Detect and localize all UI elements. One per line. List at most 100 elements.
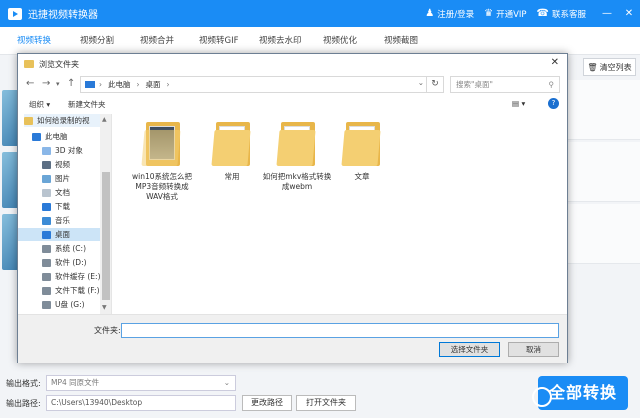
search-icon: ⚲	[548, 80, 555, 89]
change-path-button[interactable]: 更改路径	[242, 395, 292, 411]
download-icon	[42, 202, 51, 211]
nav-item-pictures[interactable]: 图片	[42, 172, 70, 185]
output-path-field[interactable]: C:\Users\13940\Desktop	[46, 395, 236, 411]
nav-item-videos[interactable]: 视频	[42, 158, 70, 171]
drive-icon	[42, 286, 51, 295]
vip-link[interactable]: ♛ 开通VIP	[484, 8, 526, 20]
folder-item[interactable]: 如何把mkv格式转换成webm	[262, 122, 332, 192]
nav-item-quick-access-file[interactable]: 如何给录制的视	[24, 114, 100, 127]
nav-item-downloads[interactable]: 下载	[42, 200, 70, 213]
cancel-button[interactable]: 取消	[508, 342, 559, 357]
app-title: 迅捷视频转换器	[28, 10, 98, 21]
minimize-button[interactable]: —	[596, 8, 618, 19]
forward-arrow-icon[interactable]: →	[42, 78, 50, 89]
folder-icon	[276, 122, 316, 166]
scroll-down-icon[interactable]: ▼	[102, 304, 107, 311]
tab-video-convert[interactable]: 视频转换	[17, 27, 52, 55]
desktop-icon	[42, 230, 51, 239]
tab-video-merge[interactable]: 视频合并	[140, 27, 174, 55]
list-item[interactable]	[568, 204, 640, 264]
login-link[interactable]: ♟ 注册/登录	[425, 8, 474, 20]
folder-name-label: 文件夹:	[94, 326, 121, 335]
title-bar: 迅捷视频转换器 ♟ 注册/登录 ♛ 开通VIP ☎ 联系客服 — ✕	[0, 0, 640, 27]
nav-item-documents[interactable]: 文档	[42, 186, 70, 199]
nav-item-3d-objects[interactable]: 3D 对象	[42, 144, 83, 157]
tab-video-split[interactable]: 视频分割	[80, 27, 114, 55]
refresh-icon: ↻	[431, 79, 439, 89]
dialog-title-bar: 浏览文件夹 ✕	[18, 54, 567, 74]
dialog-close-button[interactable]: ✕	[551, 57, 559, 68]
breadcrumb-this-pc[interactable]: 此电脑	[108, 79, 131, 90]
folder-contents: win10系统怎么把MP3音频转换成WAV格式 常用 如何把mkv格式转换成we…	[112, 114, 567, 314]
computer-icon	[32, 132, 41, 141]
app-logo-icon	[8, 7, 22, 20]
chevron-right-icon: ›	[99, 80, 102, 89]
new-folder-button[interactable]: 新建文件夹	[68, 99, 106, 110]
chevron-right-icon: ›	[166, 80, 170, 89]
browse-folder-dialog: 浏览文件夹 ✕ ← → ▾ ↑ › 此电脑 › 桌面 › ⌄ ↻ 搜索"桌面" ⚲…	[17, 53, 568, 363]
nav-item-drive-d[interactable]: 软件 (D:)	[42, 256, 87, 269]
refresh-button[interactable]: ↻	[427, 76, 444, 93]
window-close-button[interactable]: ✕	[618, 8, 640, 19]
clear-list-button[interactable]: 🗑 清空列表	[583, 58, 636, 76]
recent-chevron-icon[interactable]: ▾	[56, 80, 60, 88]
tab-video-screenshot[interactable]: 视频截图	[384, 27, 418, 55]
address-breadcrumb[interactable]: › 此电脑 › 桌面 › ⌄	[80, 76, 427, 93]
folder-item[interactable]: 文章	[327, 122, 397, 182]
nav-item-drive-c[interactable]: 系统 (C:)	[42, 242, 86, 255]
navigation-pane: 如何给录制的视 此电脑 3D 对象 视频 图片 文档 下载 音乐 桌面 系统 (…	[18, 114, 112, 314]
format-label: 输出格式:	[6, 379, 41, 388]
nav-item-this-pc[interactable]: 此电脑	[32, 130, 68, 143]
folder-item[interactable]: 常用	[197, 122, 267, 182]
search-input[interactable]: 搜索"桌面" ⚲	[450, 76, 560, 93]
folder-icon	[24, 60, 34, 68]
nav-item-drive-e[interactable]: 软件缓存 (E:)	[42, 270, 101, 283]
chevron-down-icon[interactable]: ⌄	[418, 78, 424, 87]
dialog-title: 浏览文件夹	[39, 59, 79, 69]
command-bar: 组织 ▾ 新建文件夹 ▤ ▾ ?	[18, 96, 567, 114]
select-folder-button[interactable]: 选择文件夹	[439, 342, 500, 357]
tab-video-gif[interactable]: 视频转GIF	[199, 27, 238, 55]
headset-icon: ☎	[536, 8, 549, 19]
dialog-button-row: 选择文件夹 取消	[18, 338, 567, 363]
trash-icon: 🗑	[587, 62, 598, 72]
service-link[interactable]: ☎ 联系客服	[537, 8, 586, 20]
document-icon	[42, 188, 51, 197]
user-icon: ♟	[425, 8, 435, 19]
folder-name-input[interactable]	[121, 323, 559, 338]
nav-item-desktop[interactable]: 桌面	[18, 228, 100, 241]
view-options-icon[interactable]: ▤ ▾	[512, 99, 525, 108]
folder-icon	[141, 122, 181, 166]
scroll-up-icon[interactable]: ▲	[102, 116, 107, 123]
chevron-right-icon: ›	[136, 80, 140, 89]
help-icon[interactable]: ?	[548, 98, 559, 109]
crown-icon: ♛	[484, 8, 494, 19]
path-label: 输出路径:	[6, 399, 41, 408]
nav-item-music[interactable]: 音乐	[42, 214, 70, 227]
chevron-down-icon: ⌄	[223, 378, 230, 387]
up-arrow-icon[interactable]: ↑	[67, 78, 75, 89]
drive-icon	[42, 272, 51, 281]
nav-item-drive-g[interactable]: U盘 (G:)	[42, 298, 85, 311]
breadcrumb-desktop[interactable]: 桌面	[146, 79, 161, 90]
address-bar-row: ← → ▾ ↑ › 此电脑 › 桌面 › ⌄ ↻ 搜索"桌面" ⚲	[18, 74, 567, 96]
list-item[interactable]	[568, 80, 640, 140]
main-tab-bar: 视频转换 视频分割 视频合并 视频转GIF 视频去水印 视频优化 视频截图	[0, 27, 640, 55]
tab-video-watermark[interactable]: 视频去水印	[259, 27, 302, 55]
drive-icon	[42, 258, 51, 267]
organize-menu[interactable]: 组织 ▾	[29, 99, 50, 110]
back-arrow-icon[interactable]: ←	[26, 78, 34, 89]
list-item[interactable]	[568, 142, 640, 202]
folder-icon	[211, 122, 251, 166]
file-list-rows	[568, 80, 640, 365]
folder-item[interactable]: win10系统怎么把MP3音频转换成WAV格式	[127, 122, 197, 202]
nav-scrollbar-thumb[interactable]	[102, 172, 110, 300]
tab-video-optimize[interactable]: 视频优化	[323, 27, 357, 55]
open-folder-button[interactable]: 打开文件夹	[296, 395, 356, 411]
nav-scrollbar[interactable]: ▲ ▼	[100, 114, 111, 314]
usb-drive-icon	[42, 300, 51, 309]
nav-item-drive-f[interactable]: 文件下载 (F:)	[42, 284, 100, 297]
drive-icon	[42, 244, 51, 253]
cube-icon	[42, 146, 51, 155]
format-select[interactable]: MP4 同原文件 ⌄	[46, 375, 236, 391]
